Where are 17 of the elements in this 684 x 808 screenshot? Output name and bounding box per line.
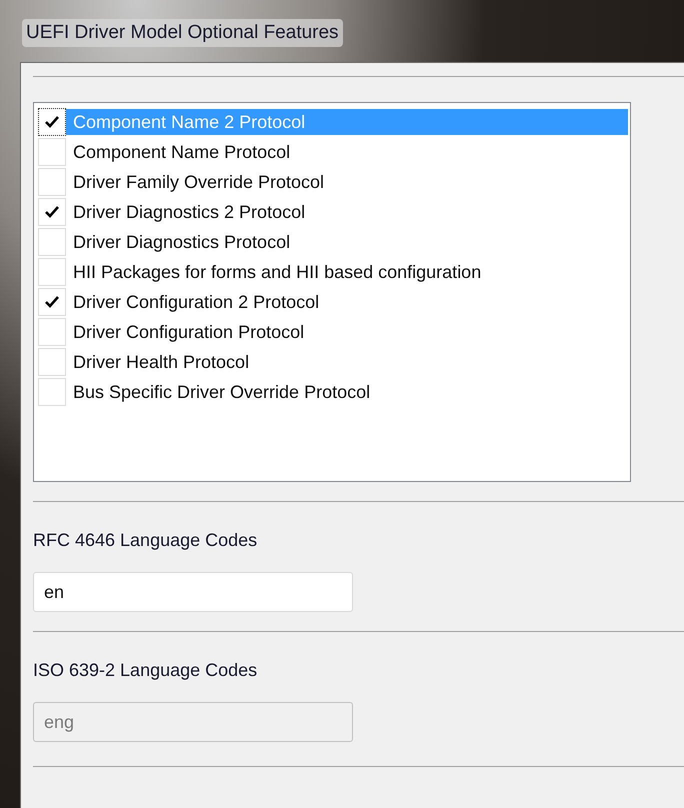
feature-label[interactable]: HII Packages for forms and HII based configuration <box>66 259 628 285</box>
window-title: UEFI Driver Model Optional Features <box>22 18 343 48</box>
feature-label[interactable]: Driver Health Protocol <box>66 349 628 375</box>
check-icon <box>45 206 59 218</box>
field-label: ISO 639-2 Language Codes <box>33 659 258 681</box>
feature-label[interactable]: Component Name Protocol <box>66 139 628 165</box>
feature-label[interactable]: Driver Diagnostics Protocol <box>66 229 628 255</box>
checkbox[interactable] <box>38 108 66 136</box>
check-icon <box>45 296 59 308</box>
feature-label[interactable]: Bus Specific Driver Override Protocol <box>66 379 628 405</box>
feature-label[interactable]: Driver Configuration 2 Protocol <box>66 289 628 315</box>
field-label: RFC 4646 Language Codes <box>33 529 258 551</box>
feature-label[interactable]: Driver Family Override Protocol <box>66 169 628 195</box>
text-field[interactable]: en <box>33 572 353 612</box>
feature-label[interactable]: Driver Diagnostics 2 Protocol <box>66 199 628 225</box>
feature-label[interactable]: Driver Configuration Protocol <box>66 319 628 345</box>
check-icon <box>45 116 59 128</box>
